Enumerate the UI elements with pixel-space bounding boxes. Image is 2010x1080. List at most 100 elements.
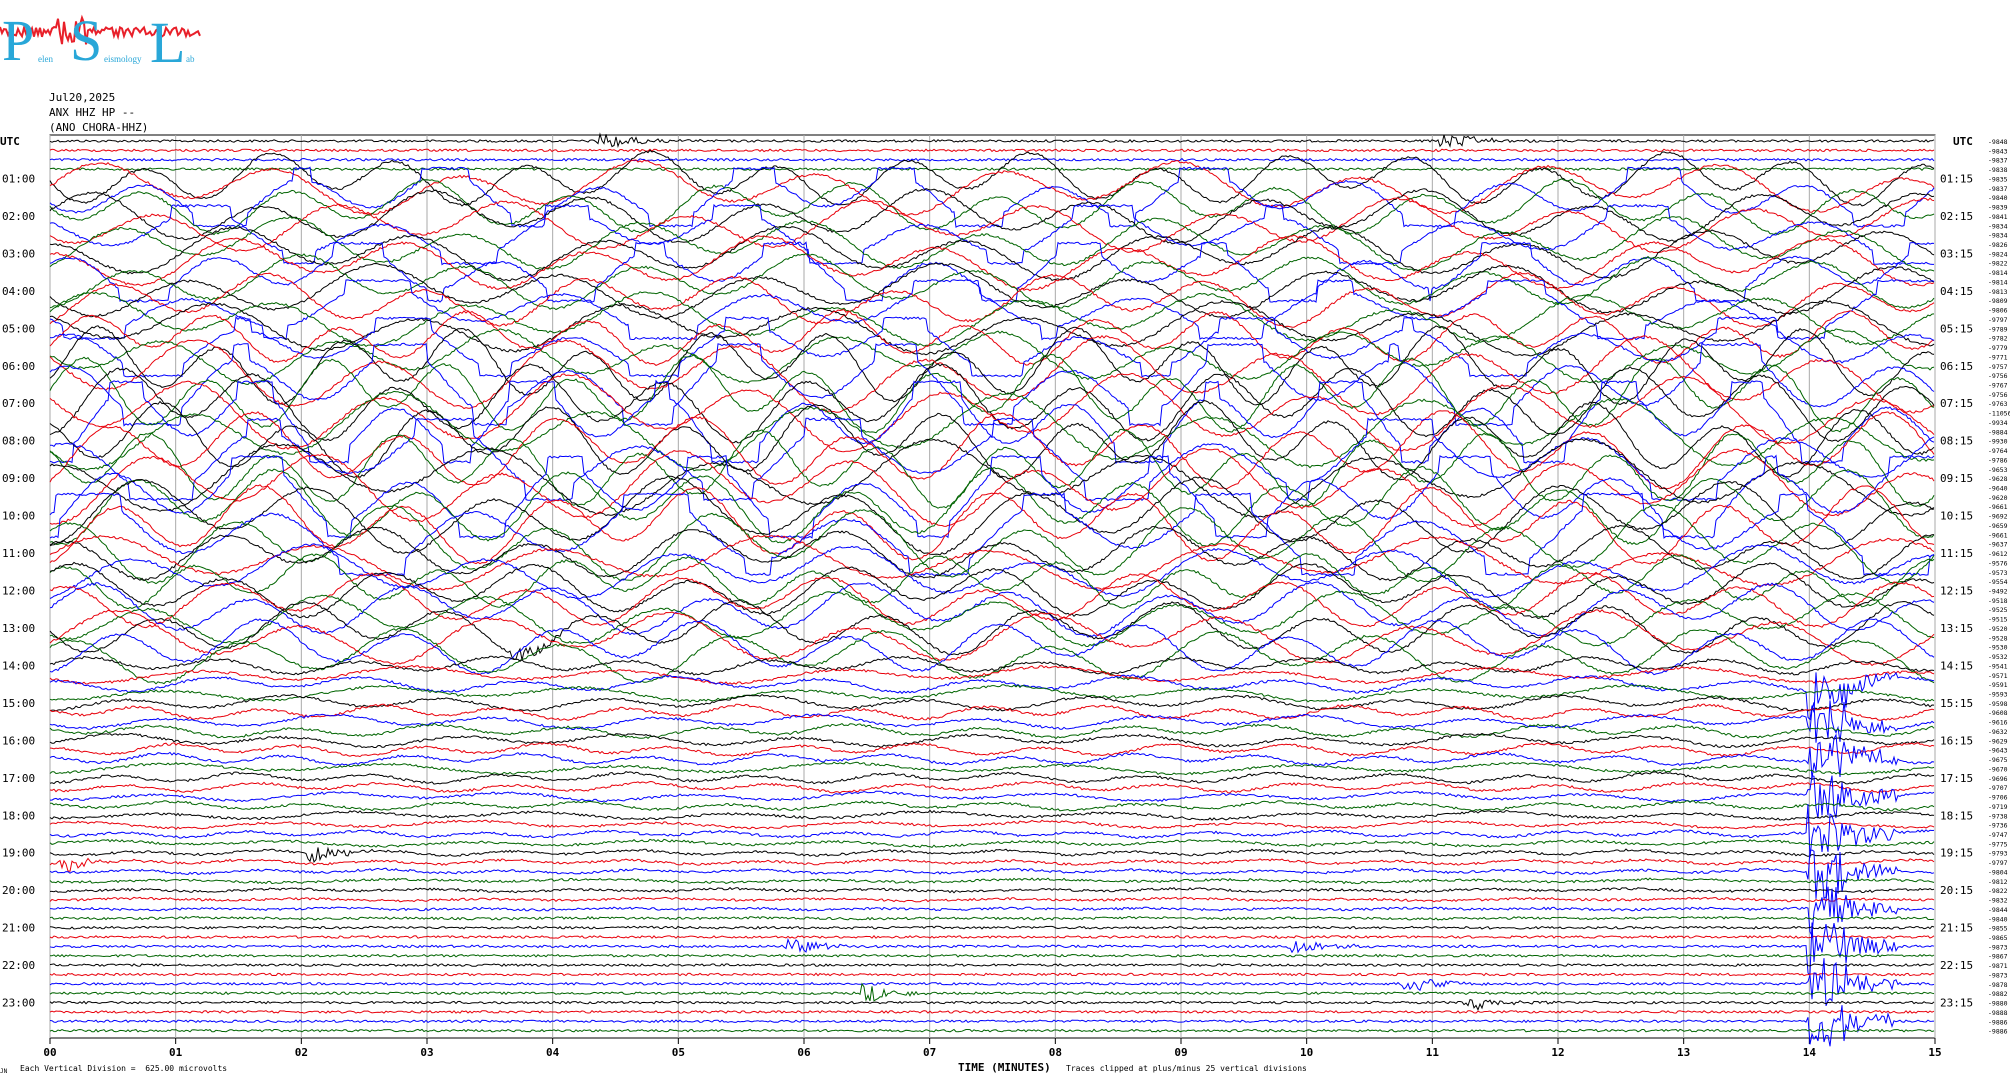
trace-offset-label: -9855 xyxy=(1988,925,2008,933)
hour-label-right: 10:15 xyxy=(1940,510,1973,523)
hour-label-right: 04:15 xyxy=(1940,285,1973,298)
seismic-trace xyxy=(49,963,1935,967)
seismic-trace xyxy=(49,309,1935,366)
trace-offset-label: -9573 xyxy=(1988,569,2008,577)
trace-offset-label: -9608 xyxy=(1988,709,2008,717)
trace-offset-label: -9797 xyxy=(1988,859,2008,867)
trace-offset-label: -9767 xyxy=(1988,381,2008,389)
seismic-trace xyxy=(49,896,1935,903)
hour-label-left: 05:00 xyxy=(2,322,35,335)
seismic-trace xyxy=(49,922,1935,976)
trace-offset-label: -9707 xyxy=(1988,784,2008,792)
seismic-trace xyxy=(49,849,1935,900)
plot-frame xyxy=(49,134,1936,1039)
seismic-trace xyxy=(49,684,1935,703)
trace-offset-label: -9612 xyxy=(1988,550,2008,558)
seismic-trace xyxy=(49,742,1935,758)
x-tick-label: 15 xyxy=(1928,1046,1941,1059)
trace-offset-label: -9873 xyxy=(1988,971,2008,979)
station-label: ANX HHZ HP -- xyxy=(49,106,136,119)
hour-label-left: 19:00 xyxy=(2,847,35,860)
traces xyxy=(49,132,1935,1047)
trace-offset-label: -9661 xyxy=(1988,531,2008,539)
trace-offset-label: -9839 xyxy=(1988,204,2008,212)
trace-offset-label: -9840 xyxy=(1988,194,2008,202)
x-tick-label: 01 xyxy=(169,1046,183,1059)
trace-offset-label: -9844 xyxy=(1988,906,2008,914)
seismic-trace xyxy=(49,188,1935,245)
hour-label-left: 16:00 xyxy=(2,734,35,747)
trace-offset-label: -9837 xyxy=(1988,185,2008,193)
seismic-trace xyxy=(49,857,1935,872)
trace-offset-label: -9782 xyxy=(1988,335,2008,343)
logo-letter-s: S xyxy=(70,8,102,72)
trace-offset-label: -9878 xyxy=(1988,981,2008,989)
x-tick-label: 09 xyxy=(1174,1046,1187,1059)
trace-offset-label: -9930 xyxy=(1988,438,2008,446)
hour-label-left: 18:00 xyxy=(2,809,35,822)
trace-offset-label: -9756 xyxy=(1988,391,2008,399)
x-tick-label: 04 xyxy=(546,1046,560,1059)
seismic-trace xyxy=(49,925,1935,930)
trace-offset-label: -9871 xyxy=(1988,962,2008,970)
trace-offset-label: -9771 xyxy=(1988,353,2008,361)
hour-label-left: 14:00 xyxy=(2,659,35,672)
trace-offset-label: -9637 xyxy=(1988,541,2008,549)
hour-label-left: 15:00 xyxy=(2,697,35,710)
trace-offset-label: -9756 xyxy=(1988,372,2008,380)
seismic-trace xyxy=(49,982,1935,1002)
trace-offset-label: -9886 xyxy=(1988,1028,2008,1036)
trace-offset-label: -9848 xyxy=(1988,138,2008,146)
hour-label-right: 11:15 xyxy=(1940,547,1973,560)
seismic-trace xyxy=(49,379,1935,465)
scale-note: Each Vertical Division = 625.00 microvol… xyxy=(20,1064,228,1073)
seismic-trace xyxy=(49,877,1935,885)
logo-graphic: P S L elen eismology ab xyxy=(0,8,201,75)
seismic-trace xyxy=(49,353,1935,434)
trace-offset-label: -9554 xyxy=(1988,578,2008,586)
seismic-trace xyxy=(49,819,1935,831)
trace-offset-label: -9934 xyxy=(1988,419,2008,427)
seismic-trace xyxy=(49,915,1935,921)
seismic-trace xyxy=(49,953,1935,958)
trace-offset-label: -9763 xyxy=(1988,400,2008,408)
hour-label-left: 03:00 xyxy=(2,247,35,260)
trace-offset-label: -9532 xyxy=(1988,653,2008,661)
hour-label-left: 01:00 xyxy=(2,172,35,185)
trace-offset-label: -9809 xyxy=(1988,297,2008,305)
seismic-trace xyxy=(49,771,1935,785)
hour-label-left: 22:00 xyxy=(2,959,35,972)
seismic-trace xyxy=(49,279,1935,341)
seismic-trace xyxy=(49,703,1935,721)
trace-offset-label: -9840 xyxy=(1988,915,2008,923)
psl-logo: P S L elen eismology ab xyxy=(0,0,205,75)
trace-offset-label: -9530 xyxy=(1988,644,2008,652)
seismic-trace xyxy=(49,132,1935,149)
hour-label-right: 02:15 xyxy=(1940,210,1973,223)
hour-label-right: 03:15 xyxy=(1940,247,1973,260)
x-tick-label: 05 xyxy=(672,1046,685,1059)
hour-label-left: 06:00 xyxy=(2,360,35,373)
trace-offset-label: -9832 xyxy=(1988,897,2008,905)
hour-label-right: 07:15 xyxy=(1940,397,1973,410)
seismic-trace xyxy=(50,886,1935,894)
hour-label-right: 18:15 xyxy=(1940,809,1973,822)
hour-label-right: 23:15 xyxy=(1940,997,1973,1010)
trace-offset-label: -9659 xyxy=(1988,522,2008,530)
logo-letter-p: P xyxy=(2,8,34,72)
trace-offset-label: -9598 xyxy=(1988,700,2008,708)
trace-offset-label: -9882 xyxy=(1988,990,2008,998)
hour-label-right: 16:15 xyxy=(1940,734,1973,747)
logo-word-2: eismology xyxy=(104,54,142,64)
x-tick-label: 10 xyxy=(1300,1046,1313,1059)
trace-offset-label: -9884 xyxy=(1988,428,2008,436)
trace-offset-label: -9867 xyxy=(1988,953,2008,961)
trace-offset-label: -9822 xyxy=(1988,887,2008,895)
hour-label-left: 10:00 xyxy=(2,510,35,523)
trace-offset-label: -9880 xyxy=(1988,1000,2008,1008)
x-tick-label: 14 xyxy=(1803,1046,1817,1059)
trace-offset-label: -9814 xyxy=(1988,278,2008,286)
trace-offset-label: -9528 xyxy=(1988,634,2008,642)
hour-label-right: 05:15 xyxy=(1940,322,1973,335)
trace-offset-label: -9643 xyxy=(1988,747,2008,755)
